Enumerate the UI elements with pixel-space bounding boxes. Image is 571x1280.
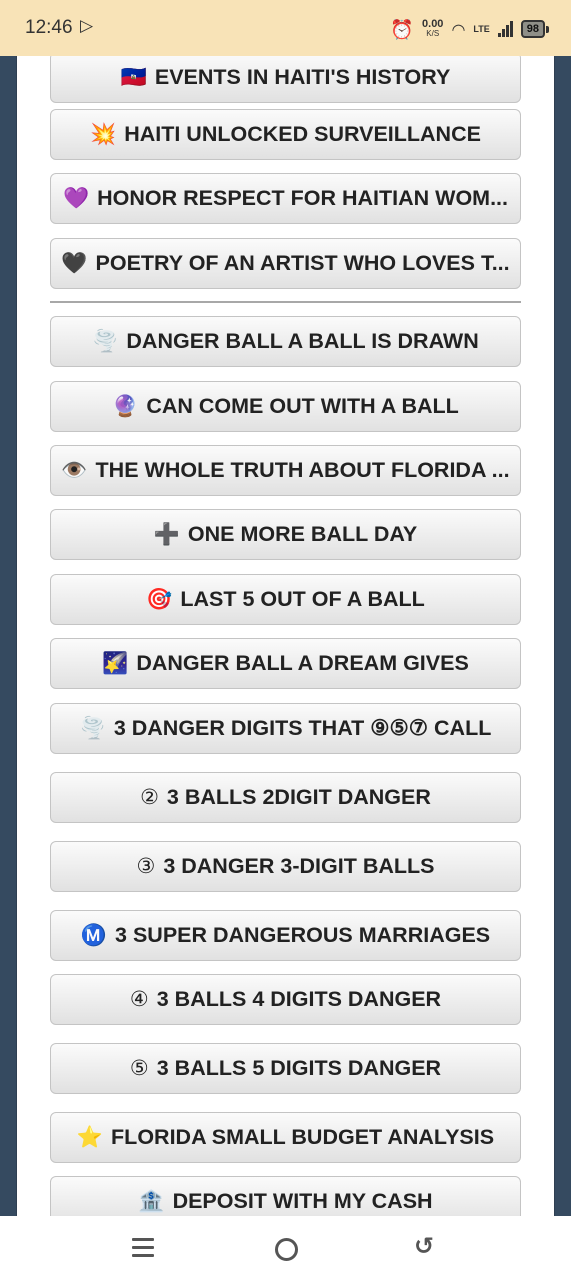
network-speed: 0.00 K/S <box>422 19 443 39</box>
menu-button-label: HONOR RESPECT FOR HAITIAN WOM... <box>97 186 509 210</box>
menu-button-label: ONE MORE BALL DAY <box>187 522 418 546</box>
bank-icon: 🏦 <box>138 1190 165 1213</box>
background-left <box>0 56 16 1216</box>
divider <box>50 301 521 303</box>
eye-icon: 👁️ <box>61 459 88 482</box>
alarm-icon: ⏰ <box>390 18 415 41</box>
menu-button-label: DANGER BALL A BALL IS DRAWN <box>126 329 479 353</box>
menu-button[interactable]: 💜 HONOR RESPECT FOR HAITIAN WOM... <box>50 173 521 224</box>
menu-button-label: CAN COME OUT WITH A BALL <box>146 394 459 418</box>
black-heart-icon: 🖤 <box>61 252 88 275</box>
status-icons: ⏰ 0.00 K/S ◠ LTE 98 <box>390 15 549 43</box>
menu-button[interactable]: 🎯 LAST 5 OUT OF A BALL <box>50 574 521 625</box>
network-speed-value: 0.00 <box>422 18 444 30</box>
menu-button-label: 3 BALLS 5 DIGITS DANGER <box>156 1056 442 1080</box>
menu-icon[interactable] <box>132 1238 154 1262</box>
menu-button[interactable]: ⭐ FLORIDA SMALL BUDGET ANALYSIS <box>50 1112 521 1163</box>
menu-button[interactable]: 💥 HAITI UNLOCKED SURVEILLANCE <box>50 109 521 160</box>
wifi-icon: ◠ <box>451 19 466 39</box>
status-time: 12:46 <box>25 17 73 38</box>
menu-button[interactable]: 🌪️ DANGER BALL A BALL IS DRAWN <box>50 316 521 367</box>
menu-button-label: EVENTS IN HAITI'S HISTORY <box>154 65 451 89</box>
back-icon[interactable]: ↺ <box>414 1232 434 1260</box>
background-right <box>555 56 571 1216</box>
menu-button-label: FLORIDA SMALL BUDGET ANALYSIS <box>111 1125 495 1149</box>
battery-level: 98 <box>520 20 545 38</box>
network-type: LTE <box>473 24 490 34</box>
status-bar: 12:46 ▷ ⏰ 0.00 K/S ◠ LTE 98 <box>0 0 571 56</box>
tornado-icon: 🌪️ <box>79 717 106 740</box>
menu-button-label: 3 DANGER DIGITS THAT ⑨⑤⑦ CALL <box>113 716 492 740</box>
network-speed-unit: K/S <box>426 29 440 38</box>
menu-button[interactable]: 🌪️ 3 DANGER DIGITS THAT ⑨⑤⑦ CALL <box>50 703 521 754</box>
menu-panel: 🇭🇹 EVENTS IN HAITI'S HISTORY 💥 HAITI UNLOCK… <box>17 56 554 1216</box>
circled-m-icon: Ⓜ️ <box>80 924 108 947</box>
menu-button[interactable]: 🌠 DANGER BALL A DREAM GIVES <box>50 638 521 689</box>
star-icon: ⭐ <box>76 1126 104 1149</box>
menu-button[interactable]: ③ 3 DANGER 3-DIGIT BALLS <box>50 841 521 892</box>
circled-4-icon: ④ <box>129 988 149 1011</box>
plus-icon: ➕ <box>153 523 180 546</box>
home-icon[interactable] <box>275 1238 298 1261</box>
menu-button-label: THE WHOLE TRUTH ABOUT FLORIDA ... <box>95 458 510 482</box>
tornado-icon: 🌪️ <box>92 330 119 353</box>
purple-heart-icon: 💜 <box>62 187 90 210</box>
menu-button[interactable]: 🏦 DEPOSIT WITH MY CASH <box>50 1176 521 1216</box>
menu-button[interactable]: 🖤 POETRY OF AN ARTIST WHO LOVES T... <box>50 238 521 289</box>
menu-button-label: 3 BALLS 4 DIGITS DANGER <box>156 987 442 1011</box>
circled-5-icon: ⑤ <box>129 1057 149 1080</box>
menu-button[interactable]: 🔮 CAN COME OUT WITH A BALL <box>50 381 521 432</box>
menu-button-label: DANGER BALL A DREAM GIVES <box>136 651 469 675</box>
battery-icon: 98 <box>520 20 549 38</box>
menu-button-label: LAST 5 OUT OF A BALL <box>180 587 425 611</box>
play-store-icon: ▷ <box>80 16 94 36</box>
collision-icon: 💥 <box>90 123 117 146</box>
menu-button[interactable]: ② 3 BALLS 2DIGIT DANGER <box>50 772 521 823</box>
navigation-bar: ↺ <box>0 1216 571 1280</box>
menu-button[interactable]: 🇭🇹 EVENTS IN HAITI'S HISTORY <box>50 56 521 103</box>
circled-3-icon: ③ <box>136 855 156 878</box>
shooting-star-icon: 🌠 <box>102 652 129 675</box>
menu-button[interactable]: Ⓜ️ 3 SUPER DANGEROUS MARRIAGES <box>50 910 521 961</box>
signal-icon <box>497 21 513 37</box>
menu-button[interactable]: ⑤ 3 BALLS 5 DIGITS DANGER <box>50 1043 521 1094</box>
menu-button-label: POETRY OF AN ARTIST WHO LOVES T... <box>95 251 510 275</box>
menu-button-label: DEPOSIT WITH MY CASH <box>172 1189 433 1213</box>
menu-button[interactable]: ④ 3 BALLS 4 DIGITS DANGER <box>50 974 521 1025</box>
content-area: 🇭🇹 EVENTS IN HAITI'S HISTORY 💥 HAITI UNLOCK… <box>0 56 571 1216</box>
target-icon: 🎯 <box>146 588 173 611</box>
menu-button-label: 3 DANGER 3-DIGIT BALLS <box>163 854 435 878</box>
circled-2-icon: ② <box>140 786 159 809</box>
menu-button-label: 3 BALLS 2DIGIT DANGER <box>166 785 431 809</box>
crystal-ball-icon: 🔮 <box>112 395 139 418</box>
menu-button[interactable]: 👁️ THE WHOLE TRUTH ABOUT FLORIDA ... <box>50 445 521 496</box>
menu-button[interactable]: ➕ ONE MORE BALL DAY <box>50 509 521 560</box>
haiti-flag-icon: 🇭🇹 <box>120 66 147 89</box>
menu-button-label: 3 SUPER DANGEROUS MARRIAGES <box>115 923 491 947</box>
menu-button-label: HAITI UNLOCKED SURVEILLANCE <box>124 122 481 146</box>
